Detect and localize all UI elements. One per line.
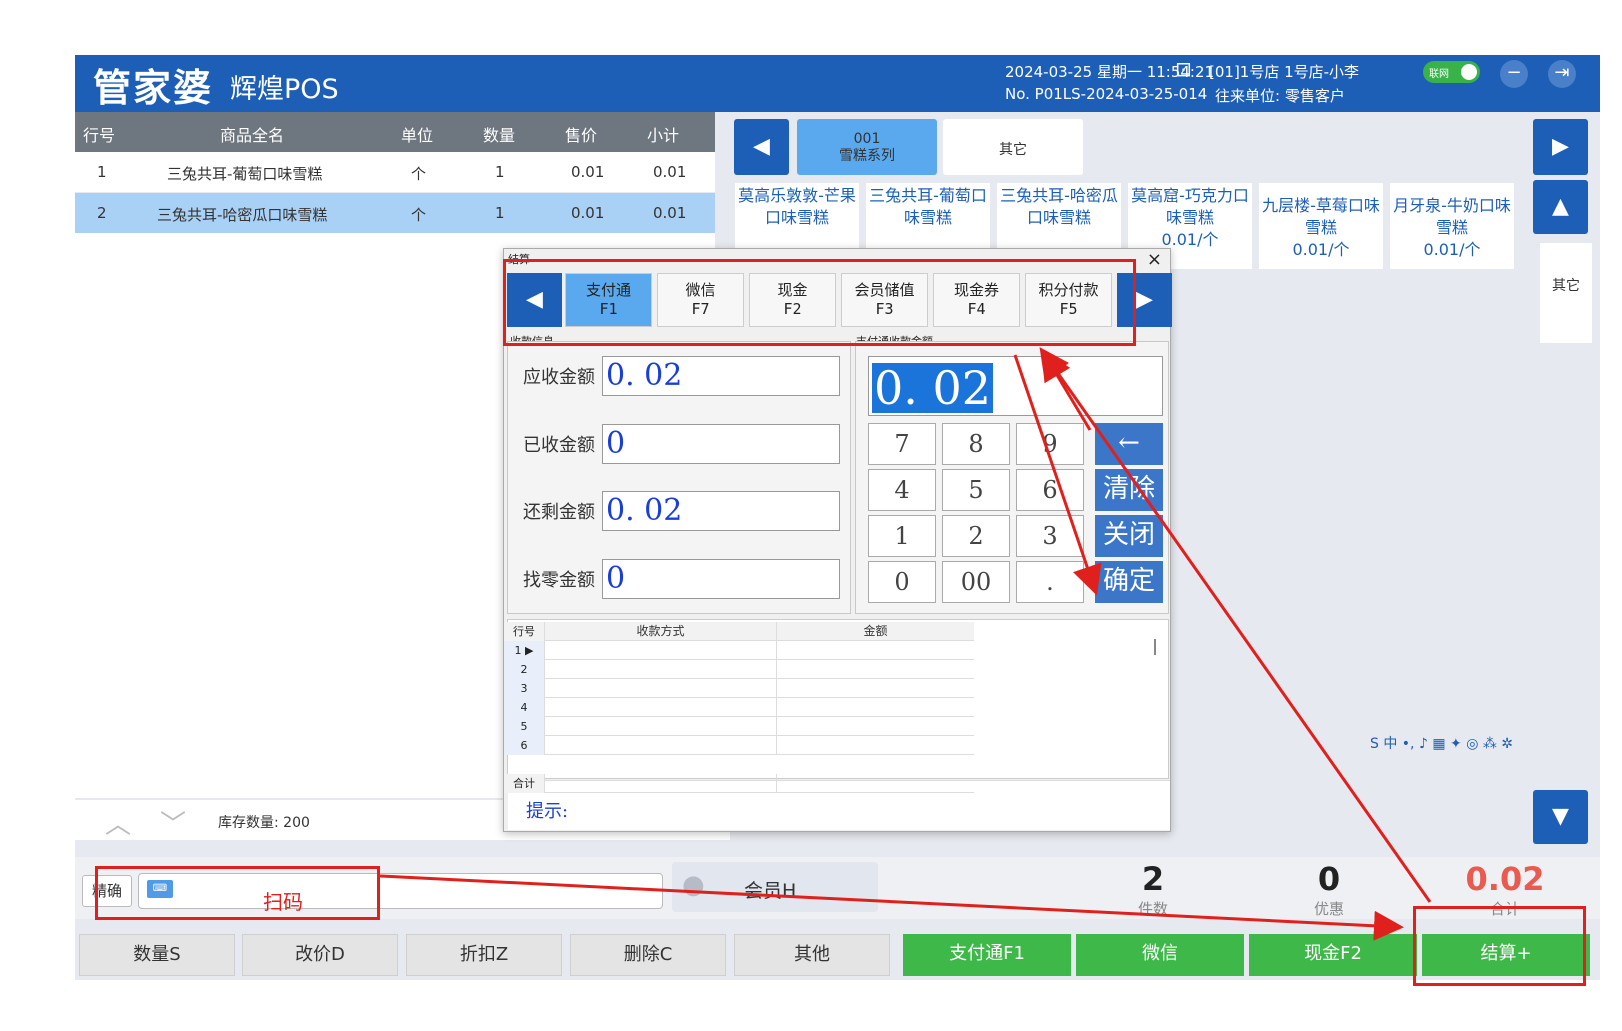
arrow-scan-to-checkout (379, 874, 1404, 941)
arrow-confirm-to-tabs (1041, 349, 1092, 431)
arrow-tabs-to-confirm (1013, 354, 1102, 596)
annotation-arrows (379, 347, 1432, 941)
arrow-checkout-to-tabs (1039, 347, 1432, 903)
